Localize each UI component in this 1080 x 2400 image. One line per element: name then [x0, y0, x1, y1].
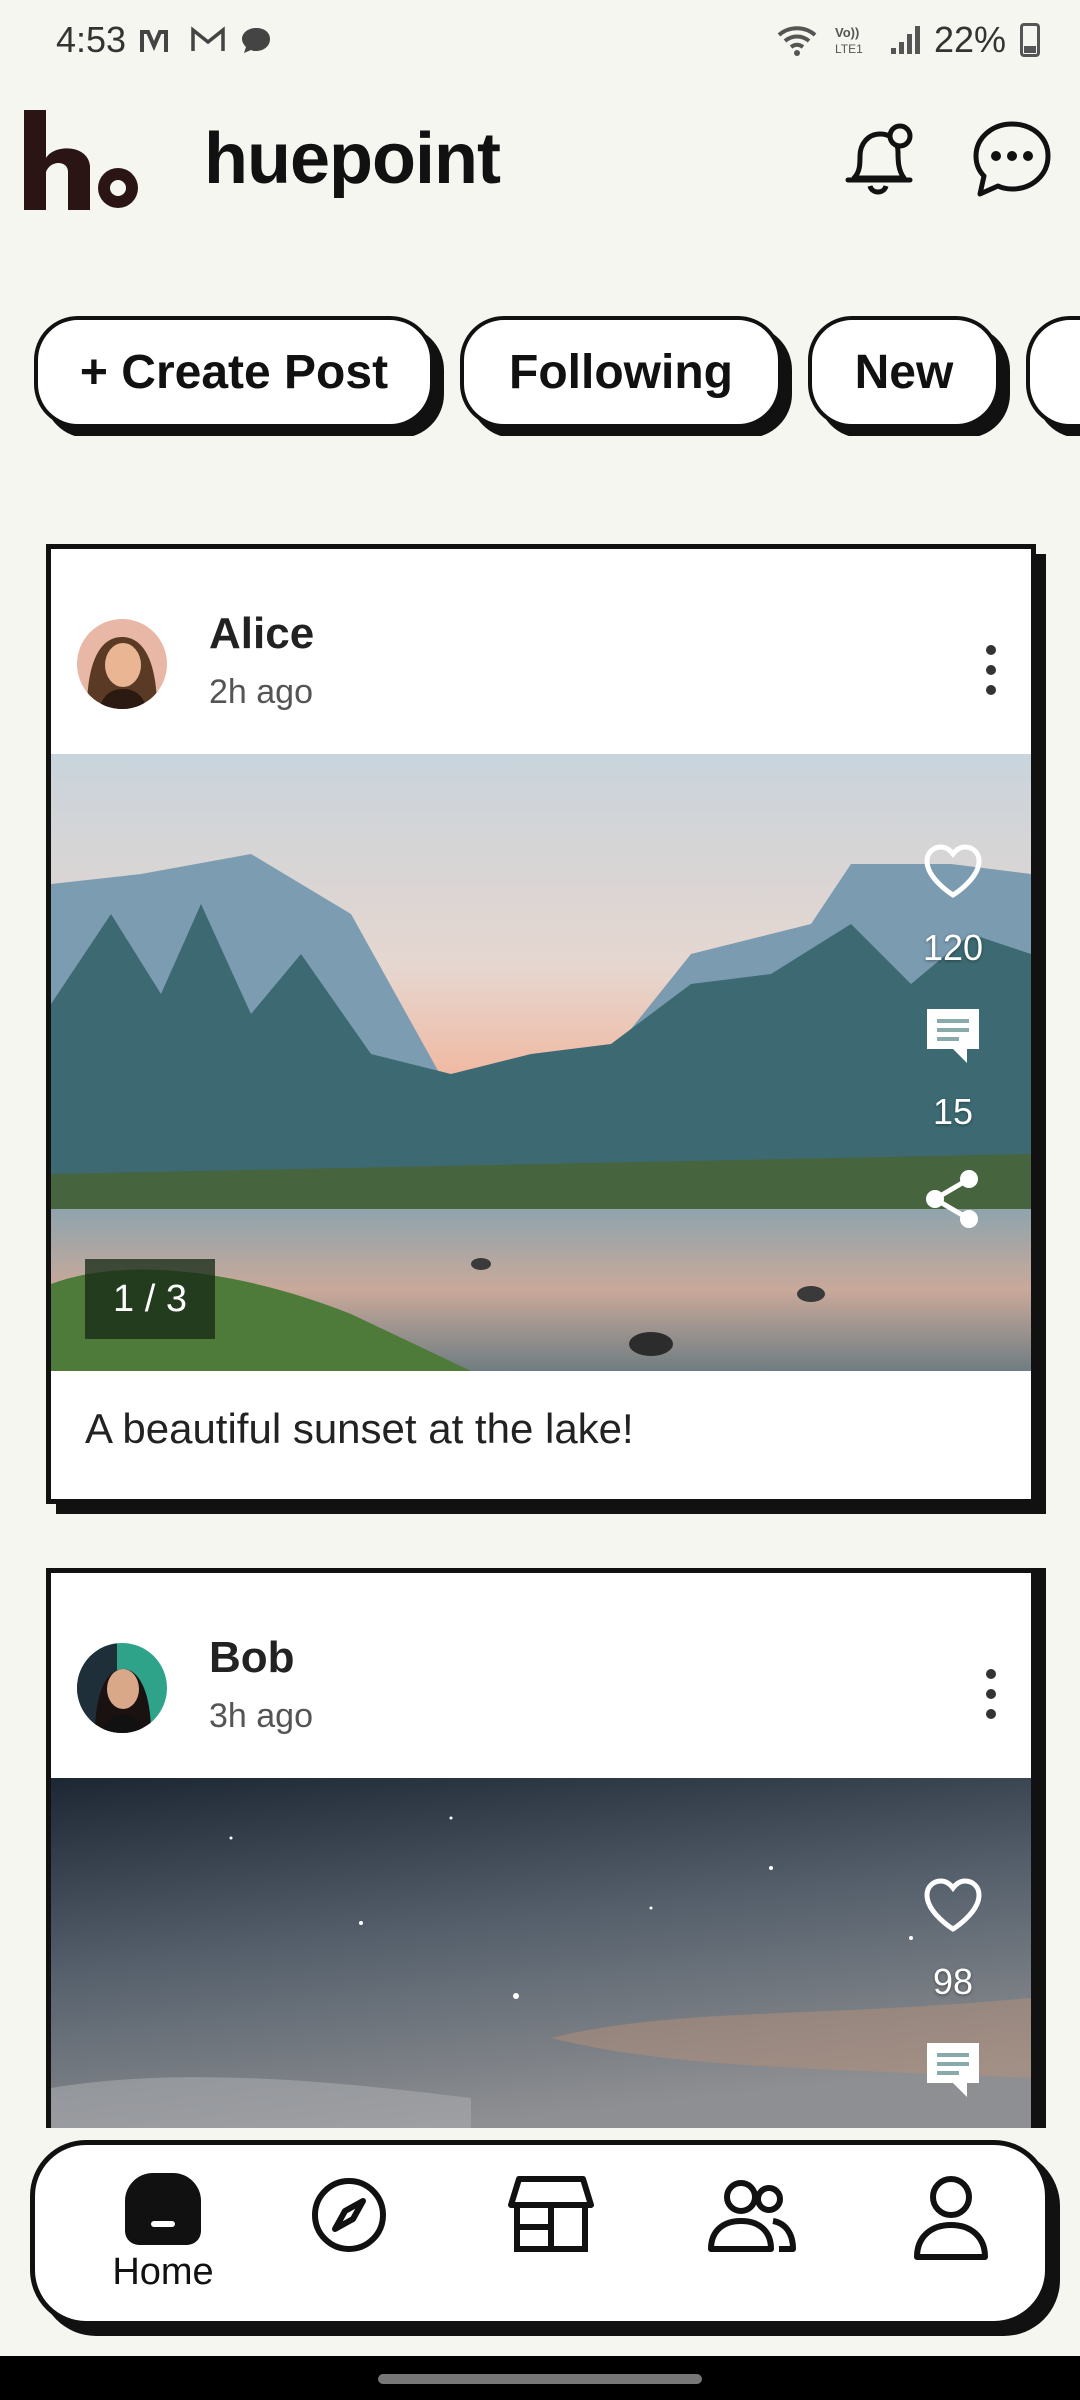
post-card: Bob 3h ago 98: [46, 1568, 1036, 2128]
volte-icon: Vo)) LTE1: [835, 25, 863, 56]
post-card: Alice 2h ago 120 15 1 / 3 A beautiful su…: [46, 544, 1036, 1504]
like-count: 120: [922, 927, 984, 968]
post-header: Bob 3h ago: [51, 1573, 1031, 1778]
nav-home[interactable]: Home: [83, 2173, 243, 2303]
status-right: Vo)) LTE1 22%: [775, 19, 1040, 61]
nav-people[interactable]: [691, 2173, 811, 2303]
filter-chips: + Create Post Following New: [34, 316, 1080, 436]
more-options-icon[interactable]: [981, 645, 1001, 695]
post-username[interactable]: Bob: [209, 1633, 295, 1683]
wifi-icon: [777, 26, 817, 56]
bell-icon[interactable]: [834, 116, 922, 204]
huepoint-logo[interactable]: [22, 110, 140, 210]
like-count: 98: [932, 1961, 974, 2002]
messages-icon: [242, 28, 271, 53]
store-icon: [508, 2176, 594, 2252]
avatar[interactable]: [77, 619, 167, 709]
create-post-button[interactable]: + Create Post: [34, 316, 434, 428]
status-time: 4:53: [56, 19, 127, 60]
heart-icon[interactable]: [921, 839, 985, 903]
gesture-bar: [0, 2356, 1080, 2400]
night-sky-photo: [51, 1778, 1031, 2128]
post-caption: A beautiful sunset at the lake!: [51, 1371, 1031, 1496]
avatar[interactable]: [77, 1643, 167, 1733]
people-icon: [708, 2180, 796, 2252]
svg-text:Vo)): Vo)): [835, 25, 859, 40]
profile-icon: [914, 2176, 988, 2260]
chip-new[interactable]: New: [808, 316, 1000, 428]
nav-explore[interactable]: [289, 2173, 409, 2303]
chip-more[interactable]: [1026, 316, 1080, 428]
status-bar: 4:53 Vo)) LTE1 22%: [0, 0, 1080, 80]
chip-following[interactable]: Following: [460, 316, 782, 428]
gmail-icon: [191, 26, 225, 51]
post-time: 3h ago: [209, 1697, 313, 1735]
status-left: 4:53: [56, 19, 272, 61]
heart-icon[interactable]: [921, 1873, 985, 1937]
signal-icon: [890, 26, 920, 54]
nav-home-label: Home: [112, 2251, 214, 2293]
comment-icon[interactable]: [921, 2037, 985, 2101]
post-actions: 120 15: [913, 839, 993, 1231]
app-title: huepoint: [204, 119, 501, 199]
battery-percent: 22%: [933, 19, 1006, 60]
home-icon: [125, 2173, 201, 2245]
post-actions: 98: [913, 1873, 993, 2101]
compass-icon: [312, 2178, 386, 2252]
more-options-icon[interactable]: [981, 1669, 1001, 1719]
post-username[interactable]: Alice: [209, 609, 314, 659]
svg-text:LTE1: LTE1: [835, 42, 863, 56]
home-gesture-handle[interactable]: [378, 2374, 702, 2384]
nav-store[interactable]: [491, 2173, 611, 2303]
bottom-nav: Home: [30, 2140, 1050, 2326]
post-time: 2h ago: [209, 673, 313, 711]
post-image[interactable]: 98: [51, 1778, 1031, 2128]
comment-icon[interactable]: [921, 1003, 985, 1067]
comment-count: 15: [932, 1091, 974, 1132]
image-page-indicator: 1 / 3: [85, 1259, 215, 1339]
post-image[interactable]: 120 15 1 / 3: [51, 754, 1031, 1371]
share-icon[interactable]: [921, 1167, 985, 1231]
post-header: Alice 2h ago: [51, 549, 1031, 754]
medium-icon: [140, 30, 169, 52]
app-header: huepoint: [0, 100, 1080, 220]
battery-icon: [1020, 23, 1040, 57]
chat-bubble-icon[interactable]: [968, 116, 1056, 204]
nav-profile[interactable]: [891, 2173, 1011, 2303]
